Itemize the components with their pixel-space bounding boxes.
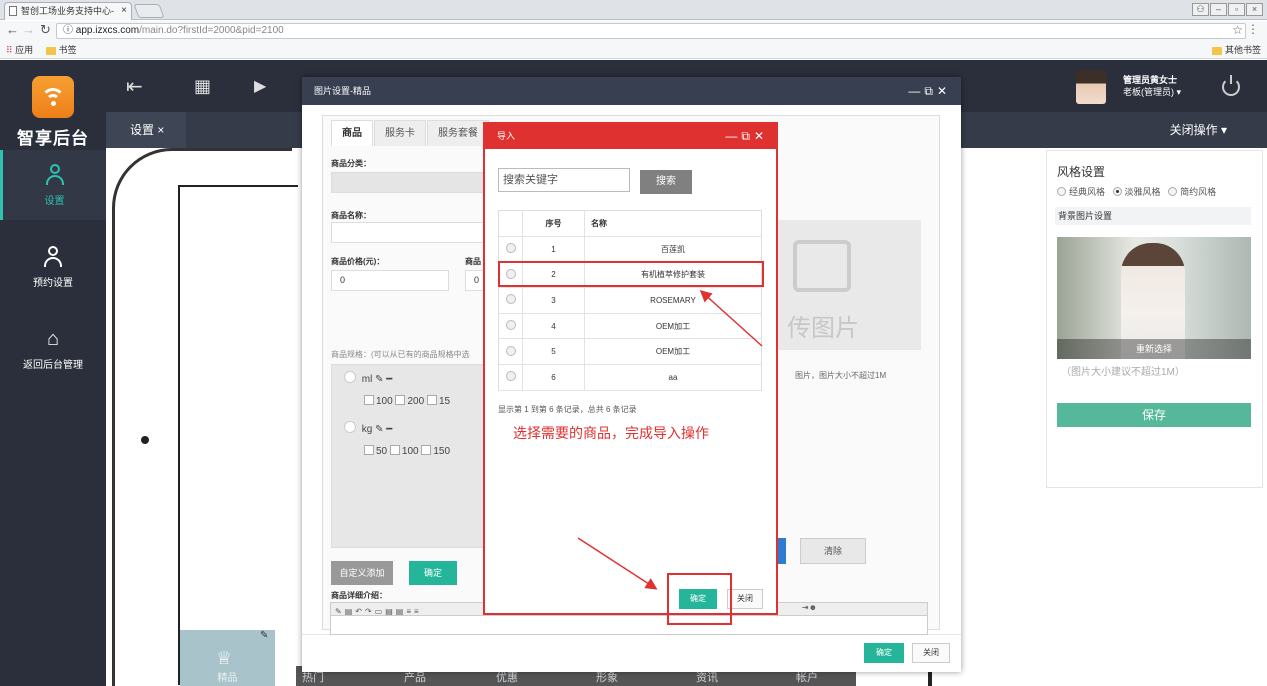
- annotation-arrows: [577, 289, 763, 590]
- arrow-to-confirm: [577, 537, 658, 590]
- arrow-to-row: [699, 289, 763, 347]
